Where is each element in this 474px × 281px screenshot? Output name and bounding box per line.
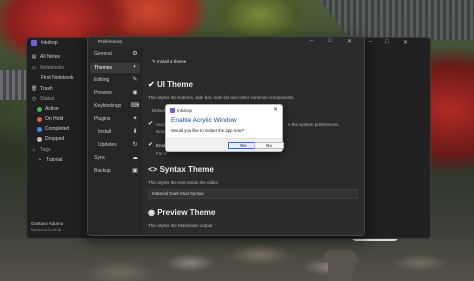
preview-theme-heading: ◉ Preview Theme: [148, 208, 215, 217]
sidebar-section-notebooks[interactable]: ▭ Notebooks: [31, 65, 64, 71]
no-button[interactable]: No: [254, 142, 284, 149]
status-dot-on-hold: [37, 116, 42, 122]
refresh-icon: ↻: [132, 142, 138, 148]
dialog-message: Would you like to restart the app now?: [171, 128, 245, 133]
notes-icon: ▤: [31, 54, 37, 60]
close-button[interactable]: ✕: [403, 39, 408, 46]
tag-icon: ⌂: [32, 147, 36, 153]
tab-editing[interactable]: Editing: [94, 77, 109, 83]
install-theme-link[interactable]: ✎ Install a theme: [152, 59, 186, 65]
garden-stones: [0, 233, 474, 281]
sidebar-item-tutorial[interactable]: • Tutorial: [37, 157, 63, 163]
tab-install[interactable]: Install: [98, 129, 111, 135]
status-dot-completed: [37, 126, 42, 132]
preferences-maximize-button[interactable]: □: [328, 38, 332, 44]
tab-plugins[interactable]: Plugins: [94, 116, 110, 122]
syntax-theme-heading-label: Syntax Theme: [159, 165, 214, 174]
sync-status: Synced at 20:34:46: [31, 228, 62, 232]
syntax-theme-description: This styles the text inside the editor: [148, 180, 219, 185]
sidebar-section-label: Notebooks: [40, 65, 64, 71]
download-icon: ⬇: [132, 129, 138, 135]
sidebar-item-label: On Hold: [45, 116, 64, 122]
sidebar-item-label: Active: [45, 106, 59, 112]
sidebar-section-label: Tags: [40, 147, 51, 153]
sidebar-item-first-notebook[interactable]: First Notebook: [41, 75, 74, 81]
sidebar-item-trash[interactable]: 🗑 Trash: [31, 86, 53, 92]
preview-theme-heading-label: Preview Theme: [157, 208, 216, 217]
status-dot-dropped: [37, 136, 42, 142]
sidebar-item-label: Completed: [45, 126, 70, 132]
sidebar-section-status[interactable]: ◷ Status: [31, 96, 54, 102]
preferences-close-button[interactable]: ✕: [347, 38, 352, 45]
cloud-icon: ☁: [132, 155, 138, 161]
preferences-title: Preferences: [98, 39, 123, 44]
code-icon: <>: [148, 165, 160, 174]
puzzle-icon: ✦: [132, 116, 138, 122]
roof-decoration-left: [0, 70, 28, 100]
dialog-heading: Enable Acrylic Window: [171, 117, 237, 124]
tab-backup[interactable]: Backup: [94, 168, 111, 174]
sidebar-item-all-notes[interactable]: ▤ All Notes: [31, 54, 60, 60]
ui-theme-heading-label: UI Theme: [156, 80, 193, 89]
tab-general[interactable]: General: [94, 51, 112, 57]
auto-theme-label-tail: n the system preferences: [288, 122, 339, 127]
syntax-theme-heading: <> Syntax Theme: [148, 165, 214, 174]
bullet-icon: •: [39, 157, 41, 163]
sidebar-item-dropped[interactable]: Dropped: [37, 136, 64, 142]
acrylic-sub-label: For V: [156, 151, 168, 156]
preview-theme-description: This styles the Markdown output: [148, 223, 213, 228]
eye-icon: ◉: [132, 90, 138, 96]
sidebar-item-label: First Notebook: [41, 75, 74, 81]
tab-sync[interactable]: Sync: [94, 155, 105, 161]
dialog-footer: Yes No: [166, 138, 284, 151]
ui-theme-description: This styles the buttons, side bar, note …: [148, 95, 294, 100]
sidebar-section-label: Status: [40, 96, 55, 102]
sidebar-section-tags[interactable]: ⌂ Tags: [31, 147, 51, 153]
sidebar-item-label: Dropped: [45, 136, 65, 142]
check-icon: ✔: [148, 80, 157, 89]
sidebar-item-label: Trash: [40, 86, 53, 92]
keyboard-icon: ⌨: [130, 103, 140, 109]
tab-preview[interactable]: Preview: [94, 90, 112, 96]
preferences-minimize-button[interactable]: –: [310, 38, 313, 44]
gear-icon: ⚙: [132, 51, 138, 57]
user-name[interactable]: Gustavo Adorno: [31, 221, 63, 226]
sidebar-item-label: All Notes: [40, 54, 61, 60]
ui-theme-heading: ✔ UI Theme: [148, 80, 193, 89]
status-dot-active: [37, 106, 42, 112]
auto-theme-checkbox[interactable]: ✔: [148, 120, 153, 127]
dialog-app-name: Inkdrop: [177, 107, 193, 113]
restart-dialog: Inkdrop ✕ Enable Acrylic Window Would yo…: [165, 104, 284, 152]
sidebar: ▤ All Notes ▭ Notebooks First Notebook 🗑…: [27, 48, 89, 238]
sidebar-item-label: Tutorial: [46, 157, 63, 163]
minimize-button[interactable]: –: [369, 39, 372, 45]
install-theme-label: Install a theme: [157, 59, 187, 64]
roof-decoration: [320, 0, 474, 40]
palette-icon: ◐: [133, 64, 137, 70]
sidebar-item-completed[interactable]: Completed: [37, 126, 69, 132]
dialog-close-button[interactable]: ✕: [273, 106, 278, 113]
app-title: Inkdrop: [41, 40, 58, 46]
syntax-theme-value: Material Dark Mod Syntax: [152, 191, 204, 196]
sidebar-item-on-hold[interactable]: On Hold: [37, 116, 63, 122]
maximize-button[interactable]: □: [385, 39, 389, 45]
app-logo-icon: [31, 40, 37, 46]
book-icon: ▭: [31, 65, 37, 71]
archive-icon: ▣: [132, 168, 138, 174]
sidebar-item-active[interactable]: Active: [37, 106, 59, 112]
status-icon: ◷: [31, 96, 37, 102]
tab-updates[interactable]: Updates: [98, 142, 117, 148]
app-logo-icon: [170, 108, 175, 113]
pencil-icon: ✎: [132, 77, 138, 83]
tab-keybindings[interactable]: Keybindings: [94, 103, 121, 109]
trash-icon: 🗑: [31, 86, 38, 92]
eye-icon: ◉: [148, 208, 158, 217]
acrylic-checkbox[interactable]: ✔: [148, 141, 153, 148]
